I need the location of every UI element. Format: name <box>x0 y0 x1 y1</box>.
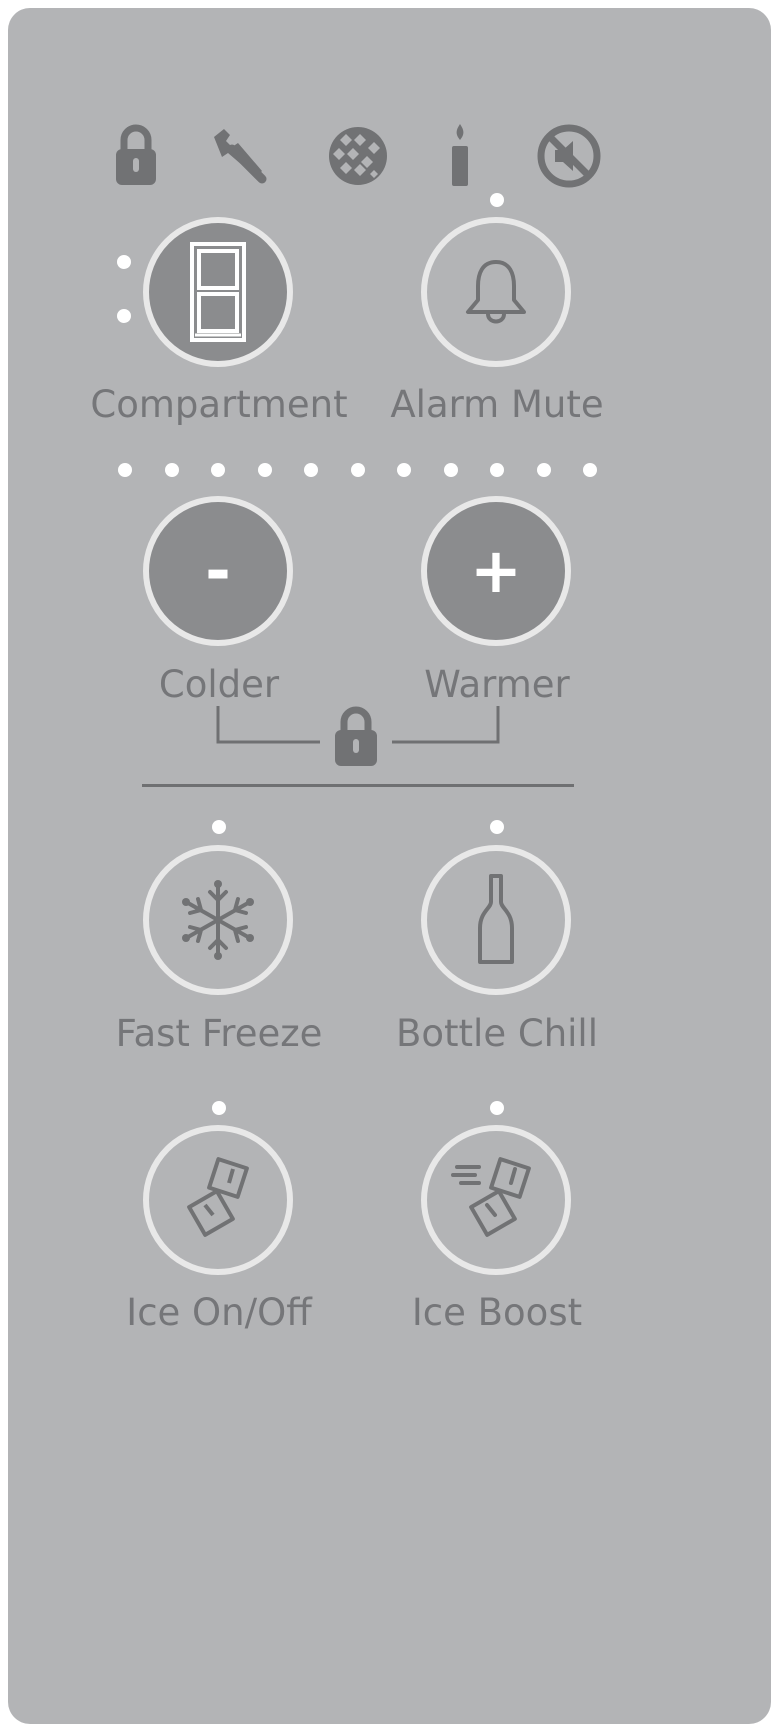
fast-freeze-button[interactable] <box>143 845 293 995</box>
mute-icon <box>537 124 601 188</box>
ice-on-off-label: Ice On/Off <box>126 1291 312 1334</box>
compartment-button[interactable] <box>143 217 293 367</box>
colder-label: Colder <box>158 663 280 706</box>
fast-freeze-indicator <box>212 820 226 834</box>
snowflake-icon <box>176 878 260 962</box>
warmer-button[interactable]: + <box>421 496 571 646</box>
temperature-indicator <box>583 463 597 477</box>
temperature-indicator <box>304 463 318 477</box>
ice-boost-indicator <box>490 1101 504 1115</box>
compartment-label: Compartment <box>90 383 348 426</box>
temperature-indicator <box>118 463 132 477</box>
bell-icon <box>460 256 532 328</box>
colder-button[interactable]: - <box>143 496 293 646</box>
alarm-mute-indicator <box>490 193 504 207</box>
temperature-indicator <box>444 463 458 477</box>
bottle-chill-indicator <box>490 820 504 834</box>
compartment-indicator-upper <box>117 255 131 269</box>
fridge-icon <box>189 241 247 343</box>
candle-icon <box>450 124 470 186</box>
bottle-icon <box>476 872 516 968</box>
temperature-indicator <box>537 463 551 477</box>
temperature-indicator <box>211 463 225 477</box>
bottle-chill-button[interactable] <box>421 845 571 995</box>
section-divider <box>142 784 574 787</box>
ice-on-off-indicator <box>212 1101 226 1115</box>
lock-icon <box>114 122 158 186</box>
temperature-indicator <box>165 463 179 477</box>
filter-icon <box>326 124 390 188</box>
temperature-indicator <box>490 463 504 477</box>
temperature-indicator <box>351 463 365 477</box>
warmer-label: Warmer <box>424 663 570 706</box>
bottle-chill-label: Bottle Chill <box>396 1012 598 1055</box>
temperature-indicator <box>397 463 411 477</box>
compartment-indicator-lower <box>117 309 131 323</box>
fast-freeze-label: Fast Freeze <box>115 1012 323 1055</box>
ice-boost-label: Ice Boost <box>411 1291 583 1334</box>
ice-cubes-icon <box>183 1157 253 1243</box>
ice-boost-icon <box>451 1157 541 1243</box>
minus-icon: - <box>205 534 231 607</box>
plus-icon: + <box>470 534 522 607</box>
ice-boost-button[interactable] <box>421 1125 571 1275</box>
alarm-mute-button[interactable] <box>421 217 571 367</box>
temperature-indicator <box>258 463 272 477</box>
alarm-mute-label: Alarm Mute <box>390 383 604 426</box>
ice-on-off-button[interactable] <box>143 1125 293 1275</box>
lock-icon <box>333 704 379 771</box>
wrench-icon <box>210 127 268 185</box>
